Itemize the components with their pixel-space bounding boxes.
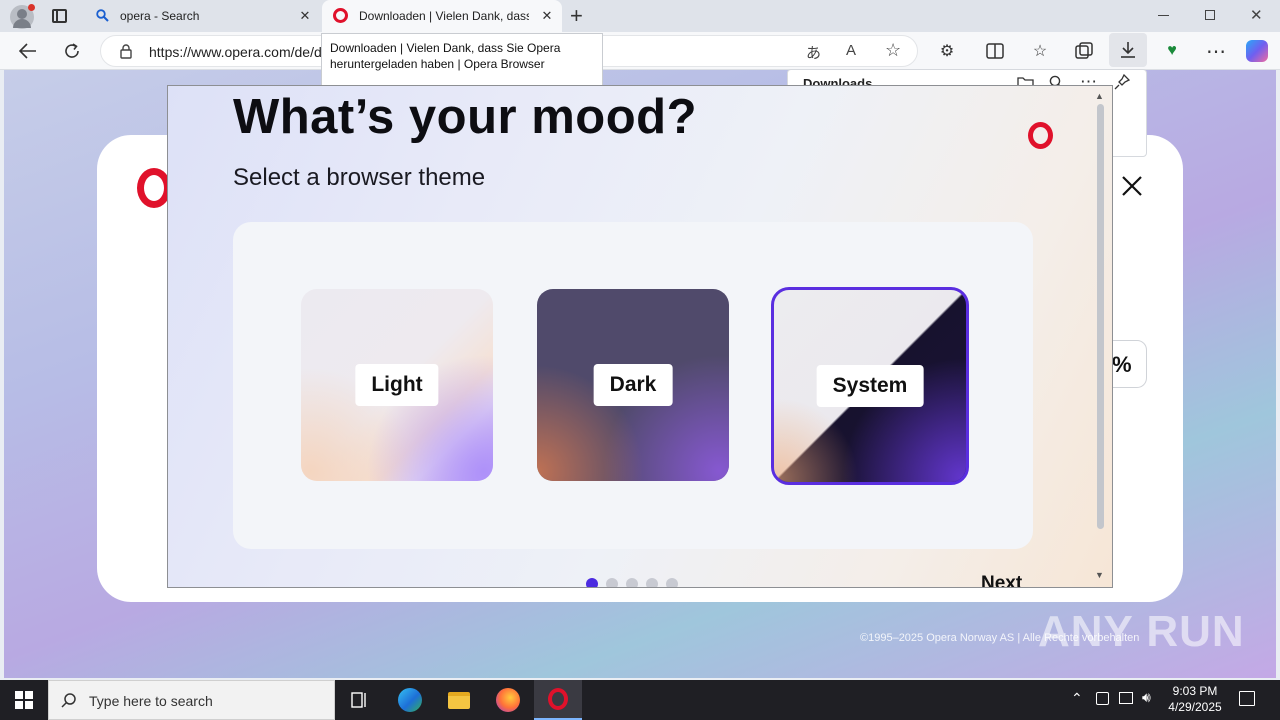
scroll-up-icon[interactable]: ▲ (1095, 91, 1104, 101)
new-tab-button[interactable]: + (570, 3, 583, 29)
browser-essentials-icon[interactable]: ♥ (1156, 35, 1188, 67)
lock-icon (120, 44, 132, 59)
extensions-icon[interactable]: ⚙ (931, 35, 963, 67)
opera-installer-dialog: What’s your mood? Select a browser theme… (167, 85, 1113, 588)
windows-taskbar: Type here to search ⌃ 🔊︎ 9:03 PM 4/29/20… (0, 680, 1280, 720)
tab-tooltip: Downloaden | Vielen Dank, dass Sie Opera… (321, 33, 603, 87)
tab-actions-icon[interactable] (52, 9, 67, 23)
taskbar-search-box[interactable]: Type here to search (48, 680, 335, 720)
theme-label: System (816, 365, 924, 407)
pagination-dots (586, 578, 678, 587)
read-aloud-icon[interactable]: A (846, 42, 856, 59)
notifications-icon[interactable] (1239, 691, 1255, 706)
theme-label: Light (355, 364, 439, 406)
toolbar: https://www.opera.com/de/d あ A ☆ ⚙ ☆ ♥ ⋯ (0, 32, 1280, 70)
taskbar-clock[interactable]: 9:03 PM 4/29/2025 (1164, 683, 1226, 715)
next-button[interactable]: Next (981, 573, 1022, 587)
network-icon[interactable] (1119, 692, 1133, 704)
opera-logo-icon (137, 168, 171, 208)
task-view-icon[interactable] (336, 680, 384, 720)
translate-icon[interactable]: あ (806, 42, 821, 63)
collections-icon[interactable] (1068, 35, 1100, 67)
file-explorer-icon[interactable] (435, 680, 483, 720)
theme-option-system[interactable]: System (771, 287, 969, 485)
opera-logo-icon (1028, 122, 1053, 149)
search-icon (96, 9, 109, 22)
pagination-dot[interactable] (626, 578, 638, 587)
opera-logo-icon (333, 8, 348, 23)
back-button[interactable] (12, 35, 44, 67)
settings-more-icon[interactable]: ⋯ (1200, 35, 1232, 67)
edge-app-icon[interactable] (386, 680, 434, 720)
theme-label: Dark (593, 364, 673, 406)
refresh-button[interactable] (56, 35, 88, 67)
downloads-icon[interactable] (1109, 33, 1147, 67)
firefox-icon[interactable] (484, 680, 532, 720)
split-screen-icon[interactable] (979, 35, 1011, 67)
scroll-down-icon[interactable]: ▼ (1095, 570, 1104, 580)
close-icon[interactable] (1121, 175, 1143, 197)
dialog-heading: What’s your mood? (233, 90, 697, 144)
show-hidden-icons[interactable]: ⌃ (1071, 690, 1083, 707)
anyrun-watermark: ANY RUN (1038, 607, 1245, 656)
clock-date: 4/29/2025 (1168, 700, 1222, 714)
tab-title: Downloaden | Vielen Dank, dass S (359, 9, 529, 23)
url-text: https://www.opera.com/de/d (149, 44, 322, 60)
favorite-star-icon[interactable]: ☆ (885, 40, 901, 61)
device-icon[interactable] (1096, 692, 1109, 705)
theme-options-panel: Light Dark System (233, 222, 1033, 549)
tab-opera-download[interactable]: Downloaden | Vielen Dank, dass S ✕ (322, 0, 562, 32)
favorites-icon[interactable]: ☆ (1024, 35, 1056, 67)
pagination-dot[interactable] (646, 578, 658, 587)
pagination-dot[interactable] (586, 578, 598, 587)
close-tab-icon[interactable]: ✕ (298, 8, 312, 23)
profile-avatar[interactable] (10, 4, 35, 29)
tab-opera-search[interactable]: opera - Search ✕ (86, 0, 320, 32)
start-button[interactable] (0, 680, 48, 720)
copilot-icon[interactable] (1241, 35, 1273, 67)
opera-app-icon[interactable] (534, 680, 582, 720)
close-tab-icon[interactable]: ✕ (540, 8, 554, 23)
pagination-dot[interactable] (606, 578, 618, 587)
dialog-subheading: Select a browser theme (233, 164, 486, 191)
volume-icon[interactable]: 🔊︎ (1142, 689, 1151, 706)
minimize-icon[interactable] (1158, 15, 1169, 16)
taskbar-search-placeholder: Type here to search (89, 693, 213, 709)
tab-title: opera - Search (120, 9, 200, 23)
clock-time: 9:03 PM (1172, 684, 1218, 698)
close-window-icon[interactable]: ✕ (1250, 6, 1263, 24)
tab-strip: opera - Search ✕ Downloaden | Vielen Dan… (0, 0, 1280, 32)
theme-option-light[interactable]: Light (301, 289, 493, 481)
theme-option-dark[interactable]: Dark (537, 289, 729, 481)
pin-icon[interactable] (1114, 74, 1130, 90)
pagination-dot[interactable] (666, 578, 678, 587)
dialog-scrollbar[interactable] (1097, 104, 1104, 529)
search-icon (61, 692, 77, 708)
restore-icon[interactable] (1205, 10, 1215, 20)
